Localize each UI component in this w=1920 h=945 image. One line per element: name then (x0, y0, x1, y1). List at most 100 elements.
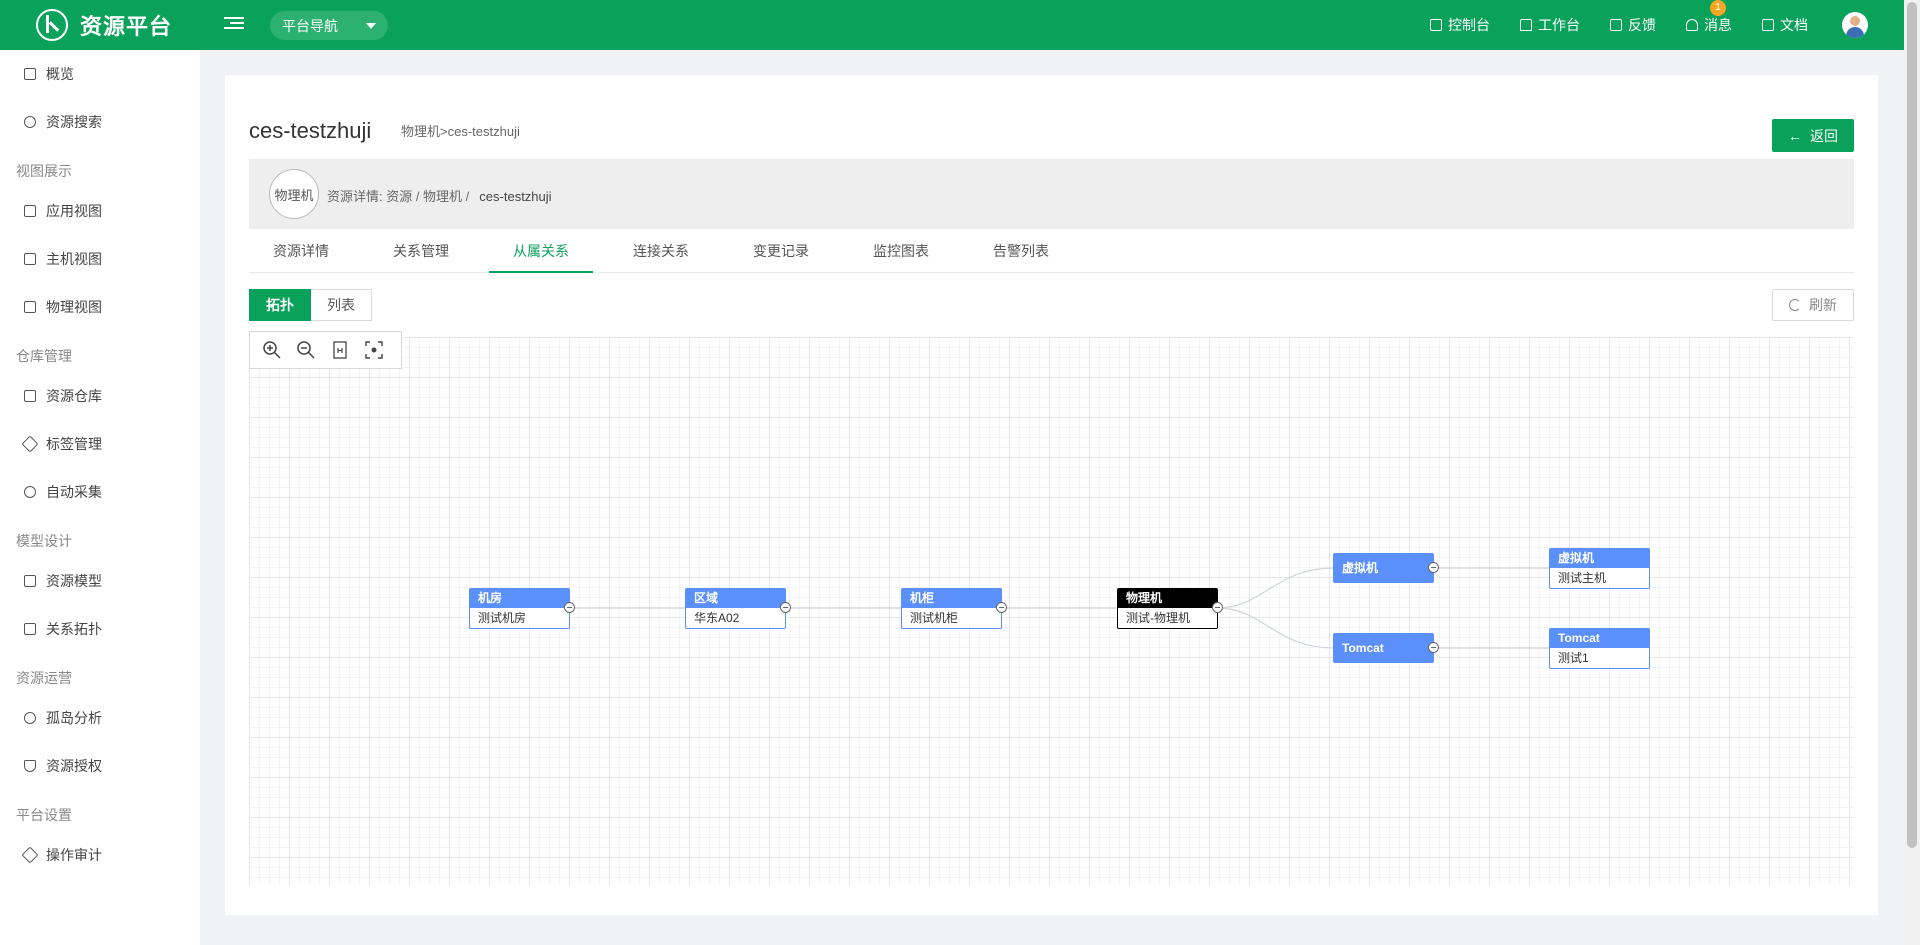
resource-type-avatar: 物理机 (269, 169, 319, 219)
docs-link[interactable]: 文档 (1762, 15, 1808, 35)
sidebar-group-model: 模型设计 (16, 533, 72, 549)
top-header: 资源平台 平台导航 控制台 工作台 反馈 消息 1 文档 (0, 0, 1920, 50)
collapse-toggle-icon[interactable] (780, 602, 791, 613)
sidebar-item-audit[interactable]: 操作审计 (0, 831, 200, 879)
collapse-toggle-icon[interactable] (1428, 562, 1439, 573)
sidebar-item-authorization[interactable]: 资源授权 (0, 742, 200, 790)
topology-node-room[interactable]: 机房 测试机房 (469, 588, 570, 629)
refresh-icon (1789, 299, 1801, 311)
repository-icon (24, 390, 36, 402)
topology-node-tomcat-group[interactable]: Tomcat (1333, 633, 1434, 663)
sidebar-group-view: 视图展示 (16, 163, 72, 179)
sidebar-item-label: 孤岛分析 (46, 710, 102, 726)
node-name: 测试主机 (1558, 571, 1607, 585)
sidebar-item-auto-collect[interactable]: 自动采集 (0, 468, 200, 516)
bell-icon (1686, 19, 1698, 31)
zoom-out-icon (297, 341, 315, 359)
user-avatar[interactable] (1842, 12, 1868, 38)
workbench-link[interactable]: 工作台 (1520, 15, 1580, 35)
refresh-label: 刷新 (1809, 297, 1837, 313)
topology-node-current-server[interactable]: 物理机 测试-物理机 (1117, 588, 1218, 629)
home-icon (24, 68, 36, 80)
docs-label: 文档 (1780, 17, 1808, 33)
detail-tabs: 资源详情 关系管理 从属关系 连接关系 变更记录 监控图表 告警列表 (249, 235, 1854, 273)
node-name: 测试机房 (478, 611, 527, 625)
main-card: ces-testzhuji 物理机>ces-testzhuji ← 返回 物理机… (225, 75, 1878, 915)
node-type: Tomcat (1334, 634, 1433, 662)
tab-relation-management[interactable]: 关系管理 (369, 235, 473, 273)
sidebar-item-label: 资源模型 (46, 573, 102, 589)
view-topology-button[interactable]: 拓扑 (249, 289, 311, 321)
scrollbar-thumb[interactable] (1907, 2, 1917, 848)
sidebar-item-physical-view[interactable]: 物理视图 (0, 283, 200, 331)
search-icon (24, 116, 36, 128)
zoom-in-button[interactable] (260, 338, 284, 362)
sidebar-item-tags[interactable]: 标签管理 (0, 420, 200, 468)
sidebar-group-settings: 平台设置 (16, 807, 72, 823)
sidebar-item-label: 资源搜索 (46, 114, 102, 130)
topology-canvas[interactable]: 机房 测试机房 区域 华东A02 机柜 测试机柜 物理机 测试-物理机 虚拟机 … (249, 337, 1854, 885)
refresh-button[interactable]: 刷新 (1772, 289, 1854, 321)
node-name: 测试机柜 (910, 611, 959, 625)
sidebar-item-label: 操作审计 (46, 847, 102, 863)
collapse-toggle-icon[interactable] (1212, 602, 1223, 613)
fit-view-button[interactable] (328, 338, 352, 362)
page-scrollbar[interactable] (1904, 0, 1920, 945)
sidebar-item-repository[interactable]: 资源仓库 (0, 372, 200, 420)
top-actions: 控制台 工作台 反馈 消息 1 文档 (1430, 0, 1920, 50)
collapse-toggle-icon[interactable] (564, 602, 575, 613)
host-view-icon (24, 253, 36, 265)
sidebar-item-topology[interactable]: 关系拓扑 (0, 605, 200, 653)
sidebar-item-host-view[interactable]: 主机视图 (0, 235, 200, 283)
back-button[interactable]: ← 返回 (1772, 119, 1854, 152)
model-icon (24, 575, 36, 587)
feedback-link[interactable]: 反馈 (1610, 15, 1656, 35)
center-view-button[interactable] (362, 338, 386, 362)
sidebar-item-app-view[interactable]: 应用视图 (0, 187, 200, 235)
resource-info-bar: 物理机 资源详情: 资源 / 物理机 / ces-testzhuji (249, 159, 1854, 229)
console-link[interactable]: 控制台 (1430, 15, 1490, 35)
tab-subordinate-relation[interactable]: 从属关系 (489, 235, 593, 273)
sidebar-item-label: 物理视图 (46, 299, 102, 315)
workbench-label: 工作台 (1538, 17, 1580, 33)
page-subtitle: 物理机>ces-testzhuji (401, 124, 520, 139)
breadcrumb-prefix: 资源详情: 资源 / 物理机 / (327, 189, 470, 204)
sidebar-item-island[interactable]: 孤岛分析 (0, 694, 200, 742)
messages-label: 消息 (1704, 17, 1732, 33)
messages-link[interactable]: 消息 1 (1686, 0, 1732, 35)
topology-icon (24, 623, 36, 635)
tab-resource-detail[interactable]: 资源详情 (249, 235, 353, 273)
topology-node-vm-group[interactable]: 虚拟机 (1333, 553, 1434, 583)
sidebar-item-model[interactable]: 资源模型 (0, 557, 200, 605)
collapse-toggle-icon[interactable] (996, 602, 1007, 613)
sidebar-group-repo: 仓库管理 (16, 348, 72, 364)
tab-alert-list[interactable]: 告警列表 (969, 235, 1073, 273)
tab-change-log[interactable]: 变更记录 (729, 235, 833, 273)
feedback-icon (1610, 19, 1622, 31)
zoom-out-button[interactable] (294, 338, 318, 362)
tab-monitor-charts[interactable]: 监控图表 (849, 235, 953, 273)
sidebar-item-label: 资源仓库 (46, 388, 102, 404)
topology-node-rack[interactable]: 机柜 测试机柜 (901, 588, 1002, 629)
collapse-toggle-icon[interactable] (1428, 642, 1439, 653)
node-type: 机房 (470, 589, 569, 608)
breadcrumb: 资源详情: 资源 / 物理机 / ces-testzhuji (327, 186, 552, 205)
sidebar-item-label: 标签管理 (46, 436, 102, 452)
topology-node-tomcat-instance[interactable]: Tomcat 测试1 (1549, 628, 1650, 669)
sidebar-group-ops: 资源运营 (16, 670, 72, 686)
auto-collect-icon (24, 486, 36, 498)
topology-node-vm-host[interactable]: 虚拟机 测试主机 (1549, 548, 1650, 589)
sidebar-item-label: 自动采集 (46, 484, 102, 500)
center-focus-icon (365, 341, 383, 359)
view-list-button[interactable]: 列表 (311, 289, 372, 321)
platform-nav-dropdown[interactable]: 平台导航 (270, 11, 388, 40)
fit-view-icon (333, 341, 347, 359)
node-type: 机柜 (902, 589, 1001, 608)
topology-node-region[interactable]: 区域 华东A02 (685, 588, 786, 629)
brand[interactable]: 资源平台 (36, 9, 172, 41)
menu-collapse-icon[interactable] (224, 14, 244, 34)
node-type: 虚拟机 (1334, 554, 1433, 582)
sidebar-item-search[interactable]: 资源搜索 (0, 98, 200, 146)
tab-connection-relation[interactable]: 连接关系 (609, 235, 713, 273)
sidebar-item-overview[interactable]: 概览 (0, 50, 200, 98)
